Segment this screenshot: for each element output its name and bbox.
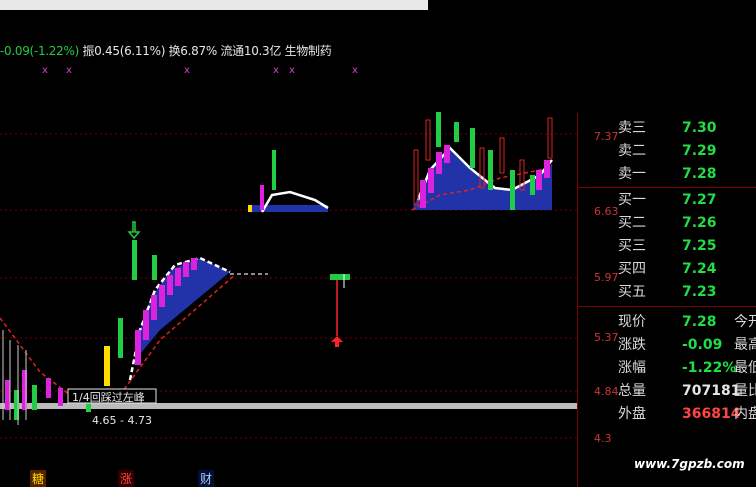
quote-label: 现价 <box>618 314 646 330</box>
quote-value: -1.22% <box>682 360 737 376</box>
quote-label: 外盘 <box>618 406 646 422</box>
svg-text:x: x <box>184 65 190 76</box>
quote-row-outer: 外盘 366814内盘 <box>618 403 756 425</box>
quote-row-change: 涨跌 -0.09 最高 <box>618 334 756 356</box>
box-annotation: 1/4回踩过左峰 <box>72 391 145 404</box>
quote-row-volume: 总量 707181量比 <box>618 380 756 402</box>
order-label: 卖一 <box>618 166 646 182</box>
order-label: 卖三 <box>618 120 646 136</box>
order-price: 7.26 <box>682 215 717 231</box>
signal-flag[interactable]: 糖 <box>30 470 47 487</box>
order-price: 7.30 <box>682 120 717 136</box>
quote-divider <box>578 306 756 307</box>
signal-flag[interactable]: 财 <box>198 470 215 487</box>
order-label: 买三 <box>618 238 646 254</box>
quote-value: -0.09 <box>682 337 723 353</box>
quote-row-pct: 涨幅 -1.22%最低 <box>618 357 756 379</box>
quote-right-label: 今开 <box>734 314 756 330</box>
quote-right-label: 最低 <box>734 360 756 376</box>
order-price: 7.29 <box>682 143 717 159</box>
order-price: 7.25 <box>682 238 717 254</box>
order-label: 买二 <box>618 215 646 231</box>
order-row-buy3[interactable]: 买三 7.25 <box>618 235 734 257</box>
order-row-sell2[interactable]: 卖二 7.29 <box>618 140 734 162</box>
quote-label: 涨跌 <box>618 337 646 353</box>
svg-text:x: x <box>352 65 358 76</box>
quote-right-label: 内盘 <box>734 406 756 422</box>
order-row-buy4[interactable]: 买四 7.24 <box>618 258 734 280</box>
watermark-text: www.7gpzb.com <box>634 457 745 471</box>
order-row-buy1[interactable]: 买一 7.27 <box>618 189 734 211</box>
order-label: 买一 <box>618 192 646 208</box>
quote-value: 707181 <box>682 383 741 399</box>
order-label: 买五 <box>618 284 646 300</box>
order-price: 7.23 <box>682 284 717 300</box>
quote-label: 总量 <box>618 383 646 399</box>
order-label: 卖二 <box>618 143 646 159</box>
order-row-buy2[interactable]: 买二 7.26 <box>618 212 734 234</box>
signal-flag[interactable]: 涨 <box>118 470 135 487</box>
quote-right-label: 最高 <box>734 337 756 353</box>
order-price: 7.24 <box>682 261 717 277</box>
quote-value: 366814 <box>682 406 741 422</box>
order-price: 7.27 <box>682 192 717 208</box>
order-row-sell3[interactable]: 卖三 7.30 <box>618 117 734 139</box>
svg-text:x: x <box>66 65 72 76</box>
quote-panel: 卖三 7.30 卖二 7.29 卖一 7.28 买一 7.27 买二 7.26 买三 7.2… <box>577 113 756 487</box>
quote-value: 7.28 <box>682 314 717 330</box>
order-row-buy5[interactable]: 买五 7.23 <box>618 281 734 303</box>
svg-text:x: x <box>273 65 279 76</box>
book-divider <box>578 187 756 188</box>
quote-row-price: 现价 7.28 今开 <box>618 311 756 333</box>
svg-text:x: x <box>42 65 48 76</box>
quote-label: 涨幅 <box>618 360 646 376</box>
order-row-sell1[interactable]: 卖一 7.28 <box>618 163 734 185</box>
order-price: 7.28 <box>682 166 717 182</box>
quote-right-label: 量比 <box>734 383 756 399</box>
range-annotation: 4.65 - 4.73 <box>92 414 152 427</box>
order-label: 买四 <box>618 261 646 277</box>
svg-text:x: x <box>289 65 295 76</box>
